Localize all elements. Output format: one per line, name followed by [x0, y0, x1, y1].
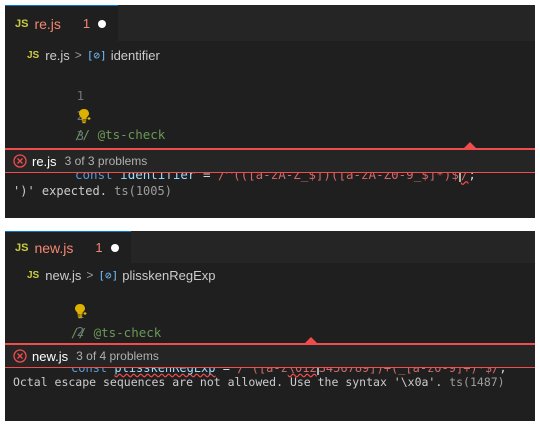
- variable-symbol-icon: [⊘]: [86, 48, 107, 62]
- error-source[interactable]: ts(1487): [449, 375, 504, 389]
- problems-peek-header: re.js 3 of 3 problems: [5, 148, 535, 173]
- error-circle-icon: [13, 349, 27, 363]
- message-text: Octal escape sequences are not allowed. …: [13, 375, 443, 389]
- chevron-right-icon: >: [86, 268, 94, 282]
- problems-peek-header: new.js 3 of 4 problems: [5, 343, 535, 368]
- tab-filename: new.js: [34, 239, 74, 256]
- variable-symbol-icon: [⊘]: [98, 268, 119, 282]
- code-line[interactable]: 3: [5, 107, 535, 143]
- tab-new-js[interactable]: JS new.js 1: [5, 231, 131, 263]
- js-file-icon: JS: [15, 17, 29, 30]
- breadcrumb-file[interactable]: new.js: [45, 268, 81, 283]
- tab-problem-count: 1: [95, 240, 103, 255]
- unsaved-dot-icon[interactable]: [98, 19, 107, 28]
- tab-re-js[interactable]: JS re.js 1: [5, 5, 119, 41]
- unsaved-dot-icon[interactable]: [110, 243, 119, 252]
- message-text: ')' expected.: [13, 184, 107, 198]
- code-line[interactable]: 2: [5, 303, 535, 339]
- chevron-right-icon: >: [74, 48, 82, 62]
- breadcrumb: JS new.js > [⊘] plisskenRegExp: [5, 264, 535, 286]
- error-source[interactable]: ts(1005): [114, 184, 172, 198]
- breadcrumb-symbol[interactable]: plisskenRegExp: [122, 268, 215, 283]
- js-file-icon: JS: [27, 269, 40, 281]
- tab-filename: re.js: [34, 15, 61, 32]
- code-line[interactable]: 4: [5, 406, 535, 421]
- error-message: Octal escape sequences are not allowed. …: [13, 375, 505, 389]
- js-file-icon: JS: [15, 241, 29, 254]
- tab-bar: JS re.js 1: [5, 5, 535, 41]
- breadcrumb-file[interactable]: re.js: [45, 48, 70, 63]
- peek-filename[interactable]: new.js: [32, 349, 68, 364]
- error-circle-icon: [13, 154, 27, 168]
- peek-problem-summary: 3 of 4 problems: [76, 349, 159, 363]
- editor-pane-re-js: JS re.js 1 JS re.js > [⊘] identifier 1 2…: [5, 5, 535, 218]
- peek-filename[interactable]: re.js: [32, 154, 57, 169]
- code-line[interactable]: 1 // @ts-check: [5, 285, 535, 340]
- code-line-current[interactable]: 3 const plisskenRegExp = /^([a-z\0123456…: [5, 321, 535, 375]
- js-file-icon: JS: [27, 49, 40, 61]
- breadcrumb: JS re.js > [⊘] identifier: [5, 44, 535, 66]
- code-line-current[interactable]: 4 const identifier = /^(([a-zA-Z_$])([a-…: [5, 127, 535, 182]
- error-message: ')' expected. ts(1005): [13, 184, 172, 198]
- peek-problem-summary: 3 of 3 problems: [64, 154, 148, 168]
- tab-bar: JS new.js 1: [5, 231, 535, 263]
- code-line[interactable]: 1: [5, 67, 535, 103]
- editor-pane-new-js: JS new.js 1 JS new.js > [⊘] plisskenRegE…: [5, 231, 535, 421]
- code-line[interactable]: 2 // @ts-check: [5, 87, 535, 142]
- tab-problem-count: 1: [82, 16, 91, 31]
- breadcrumb-symbol[interactable]: identifier: [111, 48, 160, 63]
